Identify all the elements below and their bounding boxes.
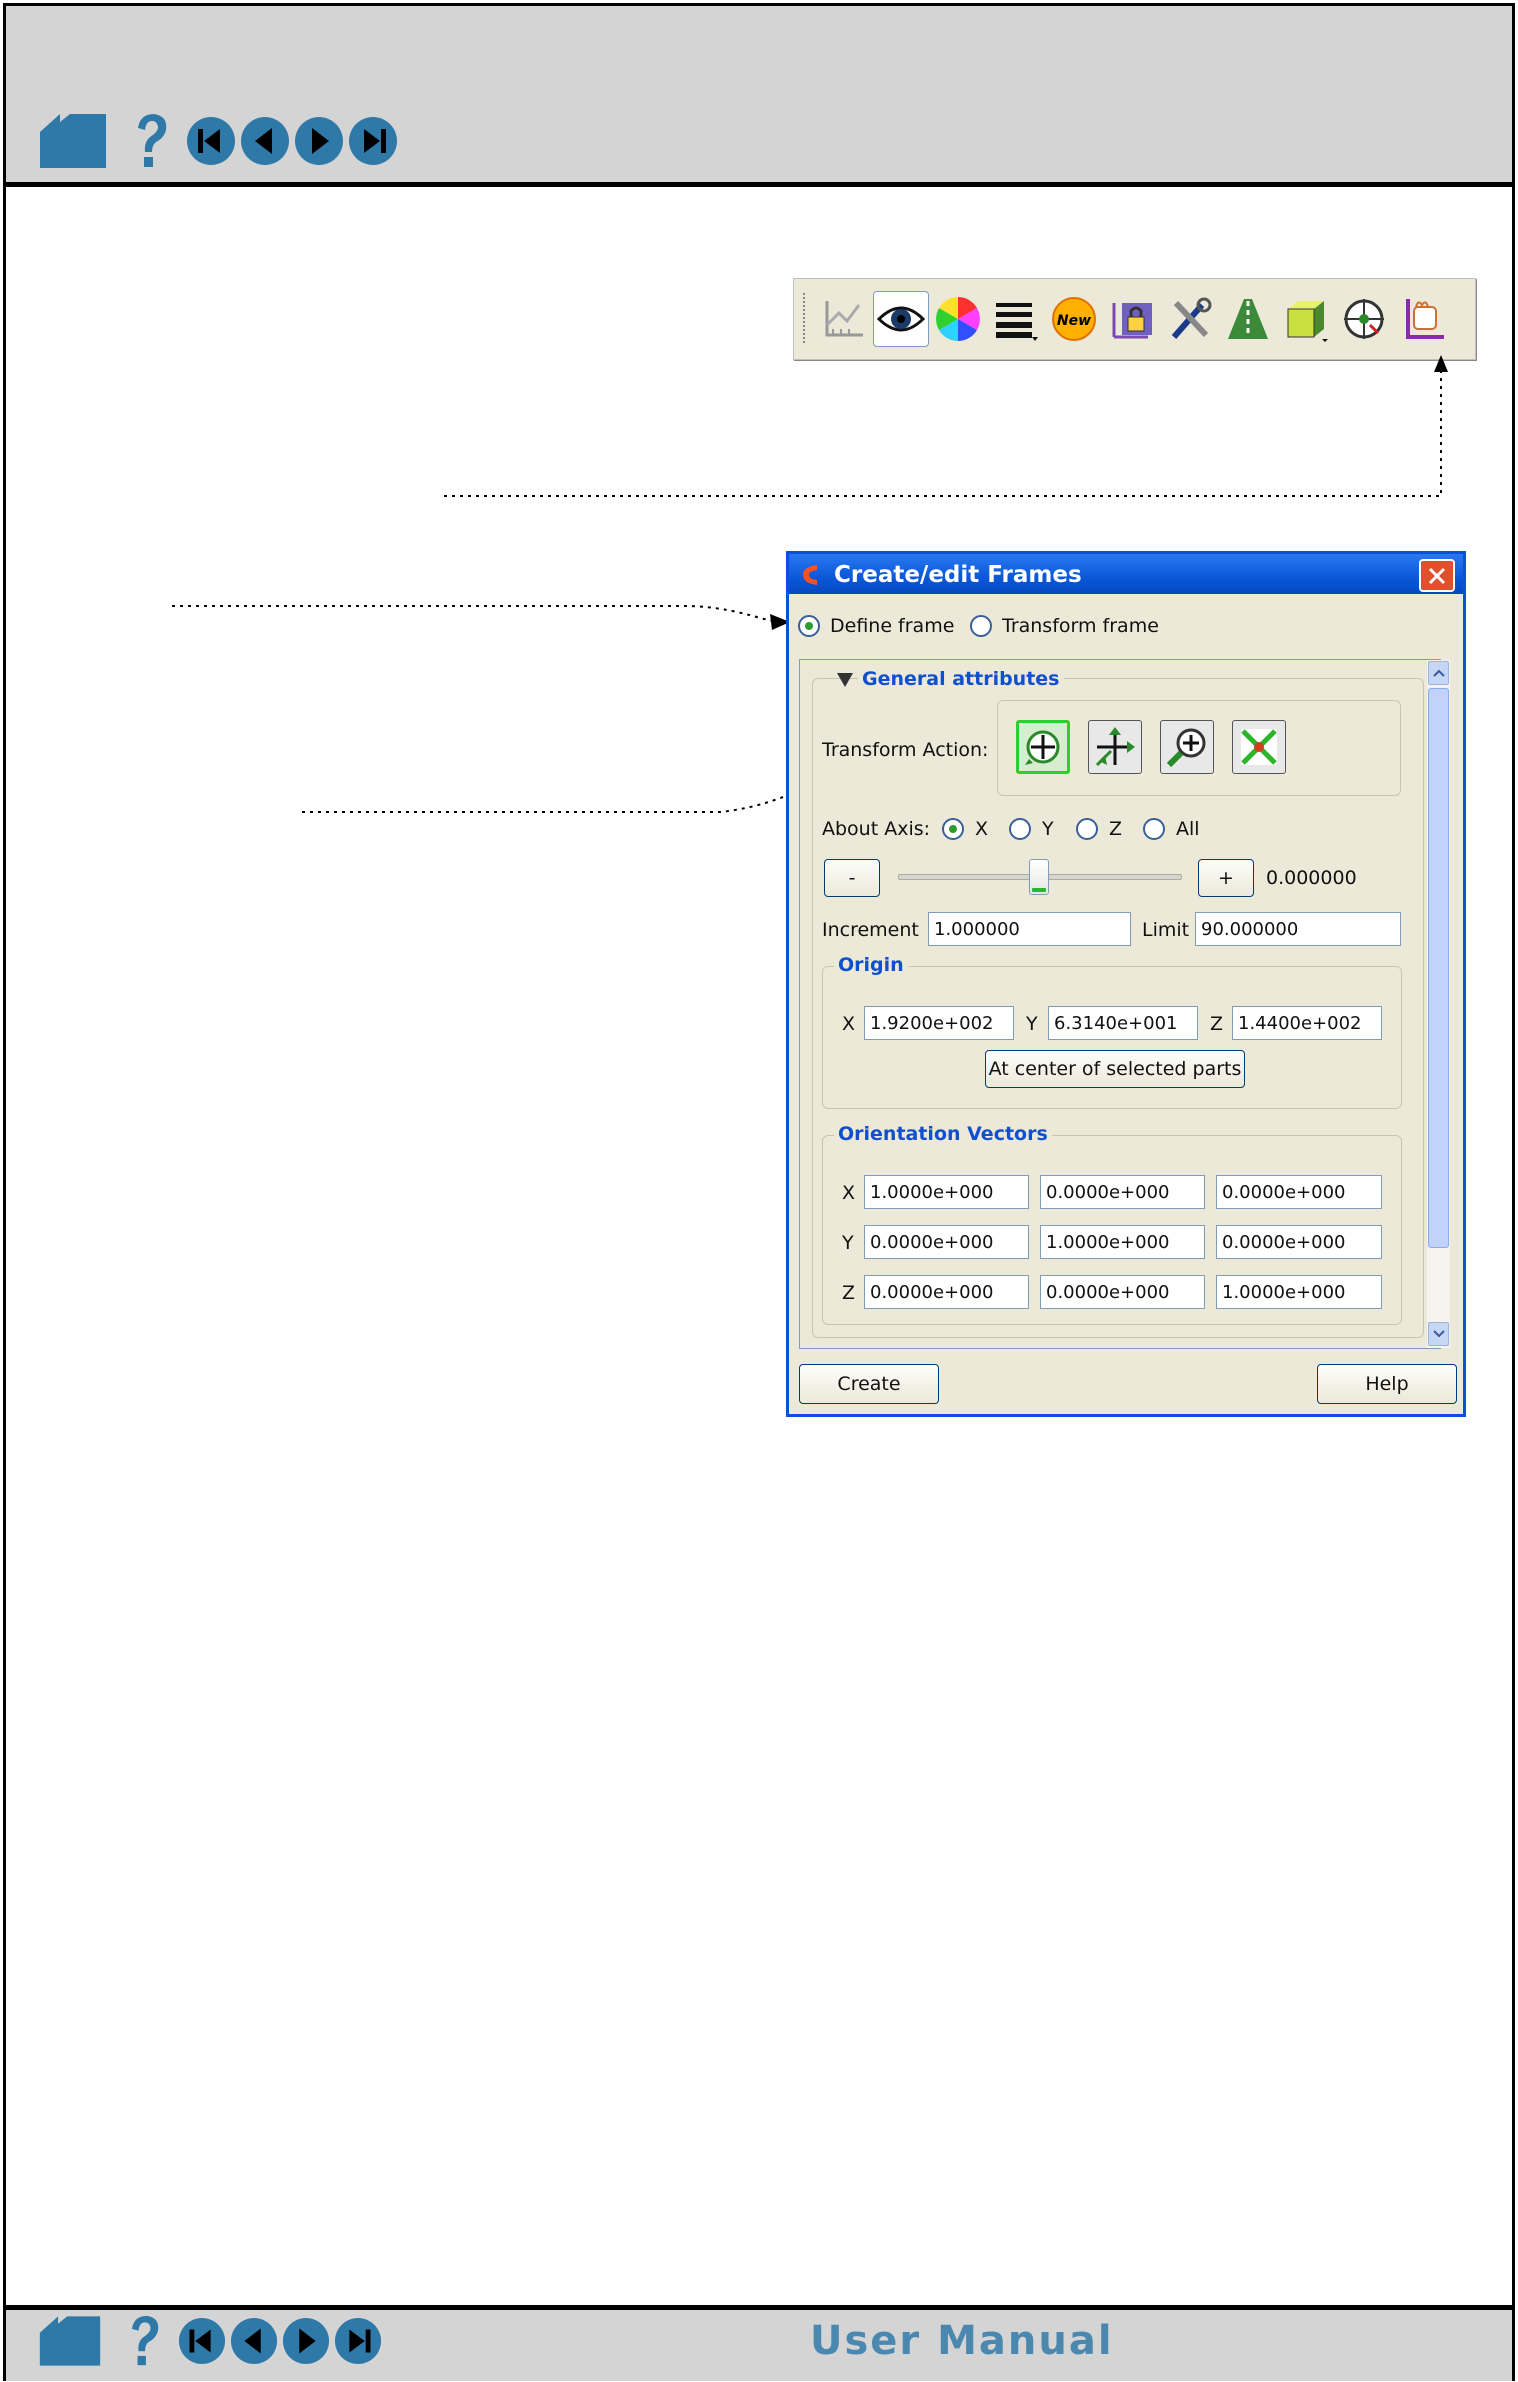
increment-button[interactable]: + bbox=[1198, 859, 1254, 897]
center-of-selected-parts-button[interactable]: At center of selected parts bbox=[985, 1050, 1245, 1088]
translate-action-button[interactable] bbox=[1088, 720, 1142, 774]
axis-all-label[interactable]: All bbox=[1176, 818, 1200, 840]
origin-y-field[interactable]: 6.3140e+001 bbox=[1048, 1006, 1198, 1040]
rotate-icon bbox=[1025, 730, 1060, 765]
create-edit-frames-dialog: Create/edit Frames Define frame Transfor… bbox=[786, 551, 1466, 1417]
first-page-icon[interactable] bbox=[186, 116, 236, 166]
chevron-up-icon bbox=[1432, 669, 1445, 677]
limit-label: Limit bbox=[1142, 919, 1190, 941]
collapse-triangle-icon[interactable] bbox=[836, 672, 854, 688]
scroll-down-button[interactable] bbox=[1428, 1322, 1449, 1346]
box-icon[interactable] bbox=[1279, 292, 1333, 346]
slider-value: 0.000000 bbox=[1266, 867, 1357, 889]
orientation-x-1-field[interactable]: 1.0000e+000 bbox=[864, 1175, 1029, 1209]
close-button[interactable] bbox=[1419, 559, 1455, 592]
question-icon[interactable] bbox=[126, 2314, 164, 2368]
increment-label: Increment bbox=[822, 919, 919, 941]
line-style-icon[interactable] bbox=[989, 292, 1043, 346]
color-wheel-icon[interactable] bbox=[931, 292, 985, 346]
zoom-action-button[interactable] bbox=[1160, 720, 1214, 774]
dialog-title: Create/edit Frames bbox=[834, 562, 1082, 588]
orientation-y-1-field[interactable]: 0.0000e+000 bbox=[864, 1225, 1029, 1259]
axis-y-radio[interactable] bbox=[1009, 818, 1031, 840]
home-icon[interactable] bbox=[38, 2314, 102, 2368]
question-icon[interactable] bbox=[132, 112, 172, 170]
about-axis-label: About Axis: bbox=[822, 818, 931, 840]
orientation-y-3-field[interactable]: 0.0000e+000 bbox=[1216, 1225, 1382, 1259]
origin-x-field[interactable]: 1.9200e+002 bbox=[864, 1006, 1014, 1040]
create-button[interactable]: Create bbox=[799, 1364, 939, 1404]
footer-nav bbox=[38, 2314, 382, 2368]
axis-z-radio[interactable] bbox=[1076, 818, 1098, 840]
previous-page-icon[interactable] bbox=[230, 2317, 278, 2365]
header-nav bbox=[38, 112, 398, 170]
footer-title: User Manual bbox=[810, 2318, 1114, 2364]
define-frame-radio[interactable] bbox=[798, 615, 820, 637]
origin-z-field[interactable]: 1.4400e+002 bbox=[1232, 1006, 1382, 1040]
transform-frame-label[interactable]: Transform frame bbox=[1002, 615, 1159, 637]
zoom-icon bbox=[1166, 728, 1206, 768]
compass-icon[interactable] bbox=[1337, 292, 1391, 346]
decrement-button[interactable]: - bbox=[824, 859, 880, 897]
chevron-down-icon bbox=[1432, 1330, 1445, 1338]
axis-z-label[interactable]: Z bbox=[1109, 818, 1122, 840]
last-page-icon[interactable] bbox=[348, 116, 398, 166]
previous-page-icon[interactable] bbox=[240, 116, 290, 166]
lock-frame-icon[interactable] bbox=[1105, 292, 1159, 346]
next-page-icon[interactable] bbox=[282, 2317, 330, 2365]
orientation-y-2-field[interactable]: 1.0000e+000 bbox=[1040, 1225, 1205, 1259]
scroll-thumb[interactable] bbox=[1428, 688, 1449, 1248]
axis-x-radio[interactable] bbox=[942, 818, 964, 840]
frame-icon[interactable] bbox=[1395, 292, 1449, 346]
orientation-x-3-field[interactable]: 0.0000e+000 bbox=[1216, 1175, 1382, 1209]
road-icon[interactable] bbox=[1221, 292, 1275, 346]
orientation-x-2-field[interactable]: 0.0000e+000 bbox=[1040, 1175, 1205, 1209]
increment-field[interactable]: 1.000000 bbox=[928, 912, 1131, 946]
app-logo-icon bbox=[803, 565, 817, 585]
orientation-z-2-field[interactable]: 0.0000e+000 bbox=[1040, 1275, 1205, 1309]
attributes-scroll-area: General attributes Transform Action: Abo… bbox=[799, 659, 1450, 1349]
svg-text:New: New bbox=[1057, 313, 1091, 329]
origin-y-label: Y bbox=[1026, 1013, 1038, 1035]
limit-field[interactable]: 90.000000 bbox=[1195, 912, 1401, 946]
last-page-icon[interactable] bbox=[334, 2317, 382, 2365]
first-page-icon[interactable] bbox=[178, 2317, 226, 2365]
translate-icon bbox=[1095, 727, 1135, 767]
next-page-icon[interactable] bbox=[294, 116, 344, 166]
general-attributes-label[interactable]: General attributes bbox=[858, 668, 1064, 690]
orientation-z-1-field[interactable]: 0.0000e+000 bbox=[864, 1275, 1029, 1309]
scale-icon bbox=[1241, 729, 1277, 765]
orientation-vectors-label: Orientation Vectors bbox=[834, 1123, 1052, 1145]
rotate-action-button[interactable] bbox=[1016, 720, 1070, 774]
origin-x-label: X bbox=[842, 1013, 856, 1035]
scale-action-button[interactable] bbox=[1232, 720, 1286, 774]
new-icon[interactable]: New bbox=[1047, 292, 1101, 346]
orientation-row-label: Z bbox=[842, 1282, 856, 1304]
tools-icon[interactable] bbox=[1163, 292, 1217, 346]
transform-action-box bbox=[997, 700, 1401, 796]
axis-x-label[interactable]: X bbox=[975, 818, 988, 840]
close-icon bbox=[1428, 567, 1446, 584]
transform-frame-radio[interactable] bbox=[970, 615, 992, 637]
origin-z-label: Z bbox=[1210, 1013, 1224, 1035]
toolbar-grip[interactable] bbox=[803, 293, 809, 343]
scroll-up-button[interactable] bbox=[1428, 661, 1449, 685]
orientation-row-label: X bbox=[842, 1182, 856, 1204]
value-slider-thumb[interactable] bbox=[1029, 859, 1049, 895]
home-icon[interactable] bbox=[38, 112, 108, 170]
axis-y-label[interactable]: Y bbox=[1042, 818, 1054, 840]
axis-all-radio[interactable] bbox=[1143, 818, 1165, 840]
origin-label: Origin bbox=[834, 954, 908, 976]
transform-action-label: Transform Action: bbox=[822, 739, 989, 761]
orientation-row-label: Y bbox=[842, 1232, 854, 1254]
feature-toolbar: New bbox=[793, 278, 1476, 360]
vertical-scrollbar[interactable] bbox=[1427, 660, 1450, 1348]
define-frame-label[interactable]: Define frame bbox=[830, 615, 954, 637]
help-button[interactable]: Help bbox=[1317, 1364, 1457, 1404]
dialog-titlebar[interactable]: Create/edit Frames bbox=[789, 554, 1463, 594]
eye-icon[interactable] bbox=[873, 291, 929, 347]
orientation-z-3-field[interactable]: 1.0000e+000 bbox=[1216, 1275, 1382, 1309]
axis-plot-icon[interactable] bbox=[816, 292, 870, 346]
